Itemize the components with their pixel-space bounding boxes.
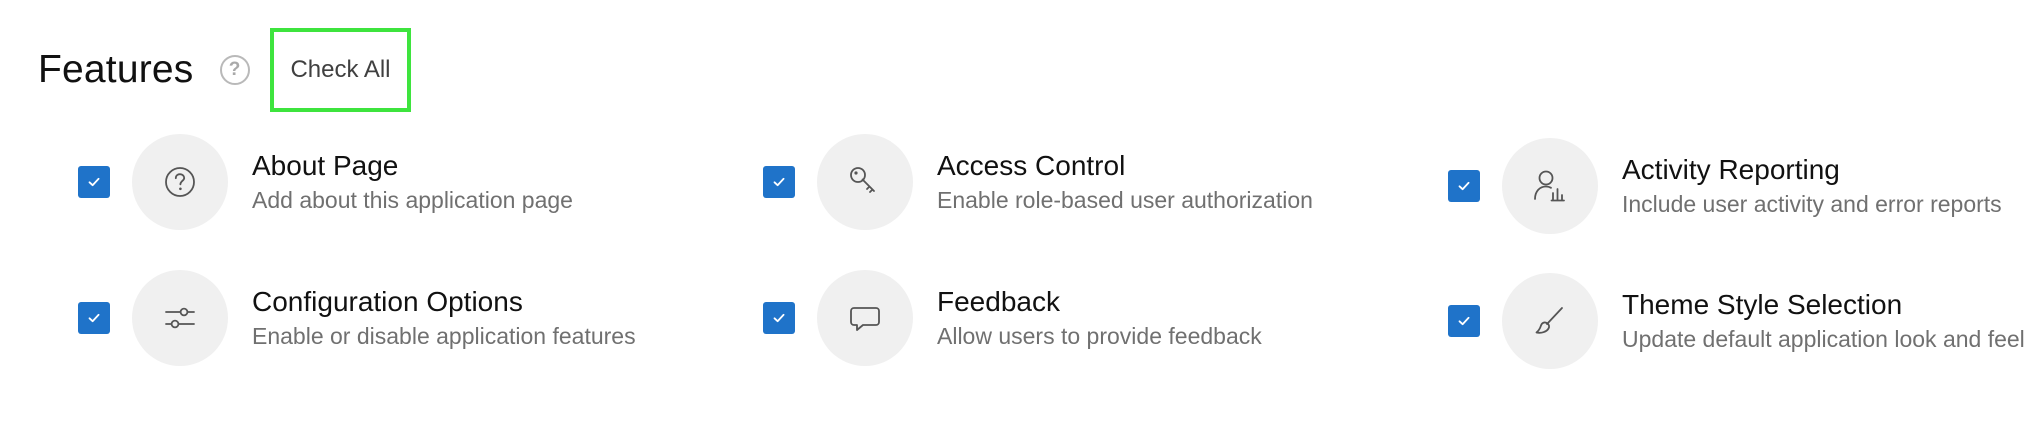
feature-checkbox[interactable] bbox=[1448, 305, 1480, 337]
feature-description: Add about this application page bbox=[252, 186, 573, 213]
feature-description: Enable role-based user authorization bbox=[937, 186, 1313, 213]
features-panel: Features ? Check All About Page Add abou… bbox=[0, 0, 2038, 436]
feature-access-control: Access Control Enable role-based user au… bbox=[763, 134, 1313, 230]
feature-description: Enable or disable application features bbox=[252, 322, 636, 349]
feature-title: Theme Style Selection bbox=[1622, 288, 1903, 320]
feature-description: Allow users to provide feedback bbox=[937, 322, 1262, 349]
feature-title: About Page bbox=[252, 149, 399, 181]
checkmark-icon bbox=[773, 177, 785, 187]
feature-icon-container bbox=[132, 134, 228, 230]
feature-title: Configuration Options bbox=[252, 285, 523, 317]
feature-icon-container bbox=[817, 134, 913, 230]
feature-configuration-options: Configuration Options Enable or disable … bbox=[78, 270, 636, 366]
feature-feedback: Feedback Allow users to provide feedback bbox=[763, 270, 1262, 366]
feature-title: Feedback bbox=[937, 285, 1060, 317]
feature-theme-style-selection: Theme Style Selection Update default app… bbox=[1448, 273, 2032, 369]
feature-checkbox[interactable] bbox=[1448, 170, 1480, 202]
features-header: Features ? bbox=[38, 28, 250, 112]
checkmark-icon bbox=[1458, 181, 1470, 191]
check-all-button[interactable]: Check All bbox=[270, 28, 411, 112]
user-chart-icon bbox=[1534, 170, 1565, 202]
section-title: Features bbox=[38, 48, 194, 91]
checkmark-icon bbox=[88, 313, 100, 323]
feature-title: Access Control bbox=[937, 149, 1126, 181]
feature-activity-reporting: Activity Reporting Include user activity… bbox=[1448, 138, 2032, 234]
feature-checkbox[interactable] bbox=[78, 302, 110, 334]
feature-icon-container bbox=[817, 270, 913, 366]
speech-bubble-icon bbox=[850, 307, 880, 331]
feature-icon-container bbox=[132, 270, 228, 366]
feature-about-page: About Page Add about this application pa… bbox=[78, 134, 573, 230]
feature-checkbox[interactable] bbox=[763, 302, 795, 334]
paintbrush-icon bbox=[1535, 307, 1563, 334]
checkmark-icon bbox=[1458, 316, 1470, 326]
question-circle-icon[interactable]: ? bbox=[219, 55, 250, 85]
key-icon bbox=[850, 167, 875, 193]
feature-description: Include user activity and error reports bbox=[1622, 190, 2002, 217]
feature-icon-container bbox=[1502, 138, 1598, 234]
feature-checkbox[interactable] bbox=[763, 166, 795, 198]
question-circle-icon bbox=[165, 167, 195, 197]
checkmark-icon bbox=[88, 177, 100, 187]
feature-title: Activity Reporting bbox=[1622, 153, 1840, 185]
feature-icon-container bbox=[1502, 273, 1598, 369]
sliders-icon bbox=[165, 307, 195, 329]
feature-description: Update default application look and feel bbox=[1622, 325, 2025, 352]
checkmark-icon bbox=[773, 313, 785, 323]
feature-checkbox[interactable] bbox=[78, 166, 110, 198]
